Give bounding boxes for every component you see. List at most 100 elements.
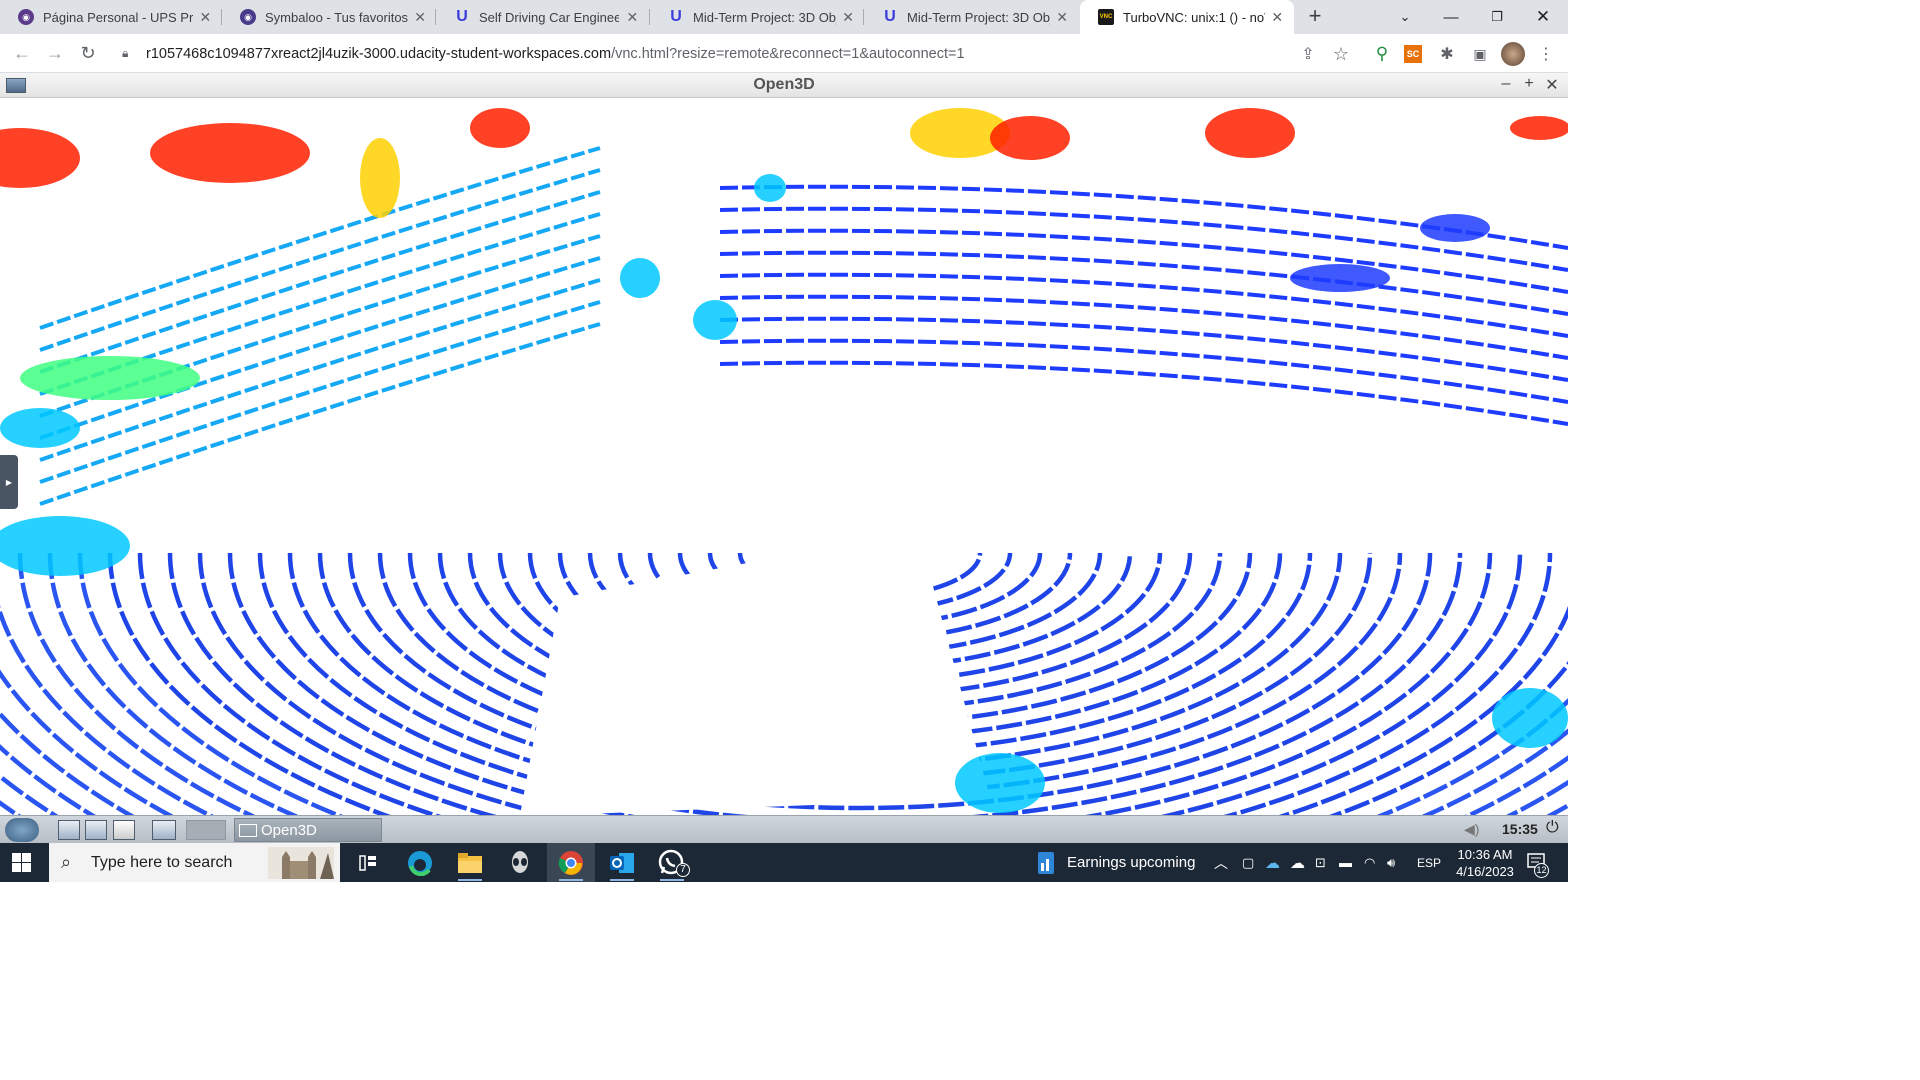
url-host: r1057468c1094877xreact2jl4uzik-3000.udac… xyxy=(146,45,612,62)
search-placeholder: Type here to search xyxy=(91,853,233,871)
share-icon[interactable]: ⇪ xyxy=(1297,43,1319,65)
show-hidden-icons-icon[interactable]: ︿ xyxy=(1214,843,1228,882)
whatsapp-icon[interactable]: 7 xyxy=(648,843,696,882)
notification-badge: 12 xyxy=(1534,863,1549,878)
tab-title: Self Driving Car Engineer xyxy=(479,9,619,25)
object-cluster xyxy=(0,128,80,188)
scan-ring xyxy=(719,272,1568,338)
location-pin-icon[interactable]: ⚲ xyxy=(1371,43,1393,65)
taskbar-search-box[interactable]: ⌕ Type here to search xyxy=(49,843,340,882)
close-icon[interactable]: ✕ xyxy=(414,9,426,26)
address-bar[interactable]: 🔒︎ r1057468c1094877xreact2jl4uzik-3000.u… xyxy=(110,39,1360,68)
close-icon[interactable]: ✕ xyxy=(625,9,640,26)
outlook-icon[interactable] xyxy=(598,843,646,882)
file-manager-icon[interactable] xyxy=(58,820,80,840)
vnc-favicon: VNC xyxy=(1098,9,1114,25)
bookmark-star-icon[interactable]: ☆ xyxy=(1330,43,1352,65)
window-close-icon[interactable]: ✕ xyxy=(1544,75,1560,95)
tab-strip: ◉ Página Personal - UPS Privada ✕ ◉ Symb… xyxy=(0,0,1568,34)
vnc-clock: 15:35 xyxy=(1502,821,1538,837)
desktop-menu-button[interactable] xyxy=(5,818,39,842)
menu-dots-icon[interactable]: ⋮ xyxy=(1535,43,1557,65)
time: 10:36 AM xyxy=(1457,847,1513,862)
onedrive-icon[interactable]: ☁ xyxy=(1265,843,1280,882)
tab-title: TurboVNC: unix:1 () - noVNC xyxy=(1123,9,1265,25)
power-icon[interactable]: ⏻ xyxy=(1546,819,1559,837)
lidar-point-cloud[interactable] xyxy=(0,98,1568,815)
stocks-icon xyxy=(1038,851,1054,874)
wifi-icon[interactable]: ◠ xyxy=(1364,843,1375,882)
novnc-control-bar-handle[interactable]: ▶ xyxy=(0,455,18,509)
window-mini-icon xyxy=(239,823,257,837)
point-cloud-viewport[interactable]: ▶ xyxy=(0,98,1568,815)
back-icon[interactable]: ← xyxy=(10,42,34,66)
vpn-icon[interactable]: ⊡ xyxy=(1315,843,1326,882)
search-highlight-image xyxy=(268,847,334,879)
text-editor-icon[interactable] xyxy=(113,820,135,840)
tab-search-icon[interactable]: ⌄ xyxy=(1382,0,1428,34)
tab-turbovnc[interactable]: VNC TurboVNC: unix:1 () - noVNC ✕ xyxy=(1080,0,1294,34)
close-icon[interactable]: ✕ xyxy=(1271,9,1284,26)
profile-avatar[interactable] xyxy=(1501,42,1525,66)
window-maximize-icon[interactable]: + xyxy=(1521,75,1537,93)
terminal-icon[interactable] xyxy=(85,820,107,840)
object-cluster xyxy=(20,356,200,400)
notifications-icon[interactable]: 12 xyxy=(1526,843,1549,882)
extension-sc-icon[interactable]: SC xyxy=(1404,45,1422,63)
window-title: Open3D xyxy=(753,76,815,93)
datetime[interactable]: 10:36 AM 4/16/2023 xyxy=(1445,846,1525,880)
close-icon[interactable]: ✕ xyxy=(1056,9,1068,26)
language-indicator[interactable]: ESP xyxy=(1417,843,1441,882)
workspace-2-icon[interactable] xyxy=(186,820,226,840)
tab-symbaloo[interactable]: ◉ Symbaloo - Tus favoritos actuales ✕ xyxy=(222,0,436,34)
scan-ring xyxy=(719,294,1568,360)
browser-toolbar: ← → ↻ 🔒︎ r1057468c1094877xreact2jl4uzik-… xyxy=(0,34,1568,73)
battery-icon[interactable]: ▬ xyxy=(1339,843,1352,882)
object-cluster xyxy=(1492,688,1568,748)
whatsapp-badge: 7 xyxy=(676,863,690,877)
tab-ups[interactable]: ◉ Página Personal - UPS Privada ✕ xyxy=(0,0,222,34)
speaker-icon[interactable]: 🔊︎ xyxy=(1387,843,1395,882)
extensions-puzzle-icon[interactable]: ✱ xyxy=(1436,43,1458,65)
udacity-favicon: U xyxy=(456,8,468,25)
edge-icon[interactable] xyxy=(396,843,444,882)
news-text: Earnings upcoming xyxy=(1067,854,1196,871)
tab-self-driving[interactable]: U Self Driving Car Engineer ✕ xyxy=(436,0,650,34)
forward-icon[interactable]: → xyxy=(43,42,67,66)
news-widget[interactable]: Earnings upcoming xyxy=(1036,843,1195,882)
object-cluster xyxy=(1510,116,1568,140)
object-cluster xyxy=(1290,264,1390,292)
minimize-icon[interactable]: — xyxy=(1428,0,1474,34)
udacity-favicon: U xyxy=(884,8,896,25)
chrome-icon[interactable] xyxy=(547,843,595,882)
close-window-icon[interactable]: ✕ xyxy=(1520,0,1566,34)
url-path: /vnc.html?resize=remote&reconnect=1&auto… xyxy=(611,45,965,62)
object-cluster xyxy=(360,138,400,218)
windows-start-icon[interactable] xyxy=(12,853,32,873)
close-icon[interactable]: ✕ xyxy=(842,9,854,26)
volume-icon[interactable]: ◀︎) xyxy=(1464,821,1479,838)
file-explorer-icon[interactable] xyxy=(446,843,494,882)
object-cluster xyxy=(470,108,530,148)
date: 4/16/2023 xyxy=(1456,864,1514,879)
scan-ring xyxy=(719,360,1568,426)
alienware-icon[interactable] xyxy=(496,843,544,882)
object-cluster xyxy=(754,174,786,202)
tab-midterm-2[interactable]: U Mid-Term Project: 3D Object Detection … xyxy=(864,0,1078,34)
restore-icon[interactable]: ❐ xyxy=(1474,0,1520,34)
tab-title: Mid-Term Project: 3D Object Detection xyxy=(693,9,837,25)
camera-icon[interactable]: ▢ xyxy=(1242,843,1254,882)
window-minimize-icon[interactable]: – xyxy=(1498,75,1514,93)
task-view-icon[interactable] xyxy=(344,843,392,882)
object-cluster xyxy=(1420,214,1490,242)
object-cluster xyxy=(0,408,80,448)
tab-midterm-1[interactable]: U Mid-Term Project: 3D Object Detection … xyxy=(650,0,864,34)
cloud-icon[interactable]: ☁ xyxy=(1290,843,1305,882)
taskbar-item-open3d[interactable]: Open3D xyxy=(234,818,382,842)
reload-icon[interactable]: ↻ xyxy=(76,42,100,66)
close-icon[interactable]: ✕ xyxy=(199,9,212,26)
new-tab-button[interactable]: + xyxy=(1304,5,1326,28)
workspace-1-icon[interactable] xyxy=(152,820,176,840)
windows-taskbar: ⌕ Type here to search 7 Earnings upcomin… xyxy=(0,843,1568,882)
side-panel-icon[interactable]: ▣ xyxy=(1469,43,1491,65)
